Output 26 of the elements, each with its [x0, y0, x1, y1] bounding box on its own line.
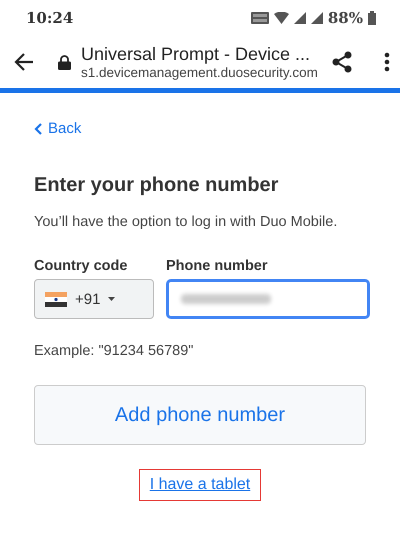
battery-icon: [368, 11, 376, 25]
status-time: 10:24: [26, 9, 74, 27]
wifi-icon: [274, 12, 289, 24]
signal-icon: [294, 12, 306, 24]
back-arrow-icon[interactable]: [14, 53, 34, 71]
heading: Enter your phone number: [34, 174, 280, 197]
country-code-select[interactable]: +91: [34, 279, 154, 319]
battery-percentage: 88%: [328, 9, 363, 27]
page-title: Universal Prompt - Device ...: [81, 44, 312, 65]
wifi-calling-icon: [250, 12, 269, 24]
phone-number-field[interactable]: [166, 279, 370, 319]
signal-icon: [310, 12, 323, 24]
country-code-label: Country code: [34, 258, 128, 274]
lock-icon: [58, 54, 71, 70]
share-icon[interactable]: [332, 51, 352, 73]
chevron-left-icon: [34, 122, 42, 134]
add-phone-number-button[interactable]: Add phone number: [34, 385, 366, 445]
dropdown-caret-icon: [108, 297, 116, 301]
tablet-link[interactable]: I have a tablet: [138, 469, 262, 501]
example-hint: Example: "91234 56789": [34, 343, 194, 359]
flag-icon: [45, 292, 67, 306]
subtitle: You’ll have the option to log in with Duo Mobile.: [34, 214, 338, 230]
back-link[interactable]: Back: [34, 120, 82, 137]
phone-number-label: Phone number: [166, 258, 269, 274]
more-options-icon[interactable]: [384, 52, 390, 72]
page-url[interactable]: s1.devicemanagement.duosecurity.com: [81, 65, 322, 80]
